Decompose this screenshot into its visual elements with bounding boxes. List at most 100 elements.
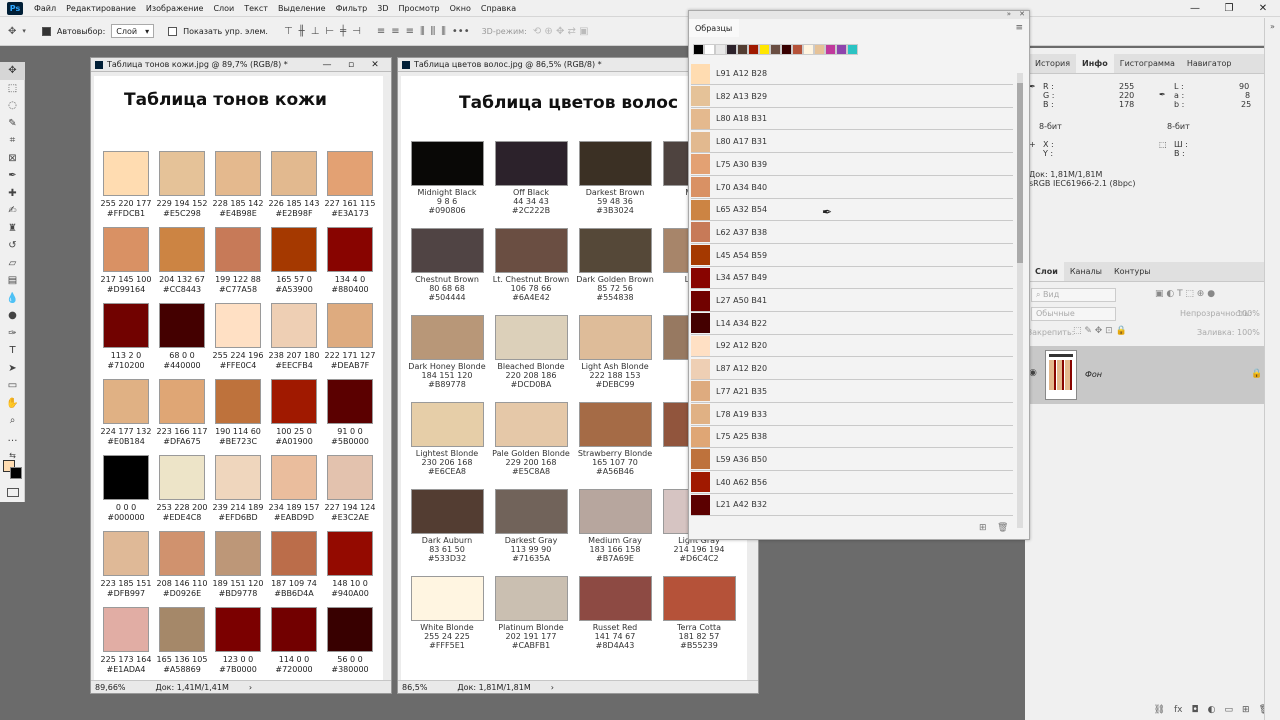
swatch-row[interactable]: L77 A21 B35	[691, 381, 1013, 403]
swatch-row[interactable]: L75 A30 B39	[691, 154, 1013, 176]
swatch-row[interactable]: L34 A57 B49	[691, 267, 1013, 290]
trash-icon[interactable]: 🗑	[997, 523, 1008, 533]
chevron-right-icon[interactable]: ›	[551, 683, 554, 692]
marquee-tool-icon[interactable]: ⬚	[0, 80, 25, 98]
zoom-tool-icon[interactable]: ⌕	[0, 412, 25, 430]
tab-navigator[interactable]: Навигатор	[1181, 54, 1238, 73]
lasso-tool-icon[interactable]: ◌	[0, 97, 25, 115]
new-swatch-icon[interactable]: ⊞	[979, 523, 987, 533]
layer-select[interactable]: Слой ▾	[111, 24, 155, 38]
tab-swatches[interactable]: Образцы	[689, 19, 739, 37]
swatch-row[interactable]: L65 A32 B54	[691, 199, 1013, 222]
healing-brush-tool-icon[interactable]: ✚	[0, 185, 25, 203]
autoselect-checkbox[interactable]	[41, 26, 51, 36]
distribute-icon[interactable]: ≡	[377, 26, 385, 37]
type-tool-icon[interactable]: T	[0, 342, 25, 360]
align-hcenter-icon[interactable]: ╪	[340, 26, 346, 37]
distribute-icon[interactable]: ⫼	[431, 26, 436, 37]
new-layer-icon[interactable]: ⊞	[1242, 705, 1250, 715]
recent-swatch[interactable]	[726, 44, 737, 55]
blend-mode-select[interactable]: Обычные	[1031, 307, 1116, 321]
hand-tool-icon[interactable]: ✋	[0, 395, 25, 413]
swatch-row[interactable]: L78 A19 B33	[691, 404, 1013, 426]
swatch-row[interactable]: L70 A34 B40	[691, 177, 1013, 199]
swatch-row[interactable]: L80 A18 B31	[691, 108, 1013, 131]
eye-icon[interactable]: ◉	[1029, 368, 1037, 378]
collapse-icon[interactable]: »	[1007, 10, 1011, 18]
menu-layers[interactable]: Слои	[208, 0, 239, 17]
recent-swatch[interactable]	[693, 44, 704, 55]
dodge-tool-icon[interactable]: ●	[0, 307, 25, 325]
recent-swatch[interactable]	[759, 44, 770, 55]
shape-tool-icon[interactable]: ▭	[0, 377, 25, 395]
menu-3d[interactable]: 3D	[372, 0, 393, 17]
swatch-row[interactable]: L40 A62 B56	[691, 472, 1013, 494]
menu-text[interactable]: Текст	[239, 0, 273, 17]
fill-value[interactable]: 100%	[1237, 328, 1260, 337]
recent-swatch[interactable]	[825, 44, 836, 55]
frame-tool-icon[interactable]: ⊠	[0, 150, 25, 168]
align-vcenter-icon[interactable]: ╫	[299, 26, 305, 37]
swatch-row[interactable]: L27 A50 B41	[691, 290, 1013, 312]
tab-info[interactable]: Инфо	[1076, 54, 1114, 73]
recent-swatch[interactable]	[781, 44, 792, 55]
zoom-level[interactable]: 89,66%	[95, 683, 126, 692]
maximize-icon[interactable]: ❐	[1212, 0, 1246, 17]
chevron-right-icon[interactable]: ›	[249, 683, 252, 692]
scrollbar-thumb[interactable]	[1017, 83, 1023, 263]
link-icon[interactable]: ⛓	[1154, 705, 1165, 715]
quick-mask-icon[interactable]	[7, 488, 19, 497]
recent-swatch[interactable]	[770, 44, 781, 55]
tab-history[interactable]: История	[1029, 54, 1076, 73]
folder-icon[interactable]: ▭	[1225, 705, 1234, 715]
swatch-row[interactable]: L21 A42 B32	[691, 494, 1013, 517]
menu-window[interactable]: Окно	[445, 0, 476, 17]
recent-swatch[interactable]	[836, 44, 847, 55]
align-right-icon[interactable]: ⊣	[352, 26, 361, 37]
recent-swatch[interactable]	[715, 44, 726, 55]
menu-view[interactable]: Просмотр	[394, 0, 445, 17]
recent-swatch[interactable]	[847, 44, 858, 55]
menu-image[interactable]: Изображение	[141, 0, 209, 17]
distribute-icon[interactable]: ≡	[391, 26, 399, 37]
eyedropper-tool-icon[interactable]: ✒	[0, 167, 25, 185]
recent-swatch[interactable]	[814, 44, 825, 55]
distribute-icon[interactable]: ⫼	[441, 26, 446, 37]
color-picker-swatches[interactable]	[3, 460, 23, 480]
more-tools-icon[interactable]: …	[0, 430, 25, 448]
stamp-tool-icon[interactable]: ♜	[0, 220, 25, 238]
recent-swatch[interactable]	[748, 44, 759, 55]
close-icon[interactable]: ✕	[363, 58, 387, 72]
menu-select[interactable]: Выделение	[273, 0, 331, 17]
swatch-row[interactable]: L87 A12 B20	[691, 358, 1013, 381]
move-tool-icon[interactable]: ✥	[8, 26, 16, 37]
opacity-value[interactable]: 100%	[1237, 309, 1260, 318]
gradient-tool-icon[interactable]: ▤	[0, 272, 25, 290]
path-select-tool-icon[interactable]: ➤	[0, 360, 25, 378]
crop-tool-icon[interactable]: ⌗	[0, 132, 25, 150]
menu-filter[interactable]: Фильтр	[331, 0, 373, 17]
brush-tool-icon[interactable]: ✍	[0, 202, 25, 220]
menu-file[interactable]: Файл	[29, 0, 61, 17]
panel-grip[interactable]	[689, 11, 1029, 19]
layer-filter-icons[interactable]: ▣ ◐ T ⬚ ⊕ ●	[1155, 289, 1215, 299]
tab-layers[interactable]: Слои	[1029, 262, 1064, 281]
swatch-row[interactable]: L82 A13 B29	[691, 86, 1013, 108]
close-icon[interactable]: ✕	[1019, 10, 1025, 18]
tab-channels[interactable]: Каналы	[1064, 262, 1108, 281]
panel-menu-icon[interactable]: ≡	[1015, 23, 1023, 33]
move-tool-icon[interactable]: ✥	[0, 62, 25, 80]
tab-histogram[interactable]: Гистограмма	[1114, 54, 1181, 73]
background-color[interactable]	[10, 467, 22, 479]
more-icon[interactable]: •••	[452, 26, 470, 37]
swatch-row[interactable]: L59 A36 B50	[691, 449, 1013, 471]
swatch-row[interactable]: L92 A12 B20	[691, 335, 1013, 358]
align-left-icon[interactable]: ⊢	[325, 26, 334, 37]
recent-swatch[interactable]	[737, 44, 748, 55]
menu-edit[interactable]: Редактирование	[61, 0, 141, 17]
blur-tool-icon[interactable]: 💧	[0, 290, 25, 308]
layer-row[interactable]: ◉ Фон 🔒	[1025, 346, 1280, 404]
minimize-icon[interactable]: —	[315, 58, 339, 72]
eraser-tool-icon[interactable]: ▱	[0, 255, 25, 273]
recent-swatch[interactable]	[704, 44, 715, 55]
